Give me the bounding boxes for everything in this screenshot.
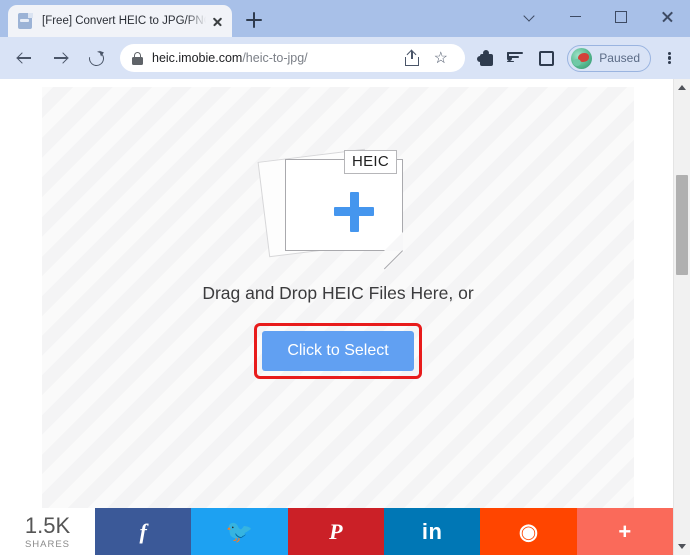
- side-panel-icon: [538, 50, 554, 66]
- page-scrollbar[interactable]: [673, 79, 690, 555]
- share-pinterest-button[interactable]: P: [287, 508, 384, 555]
- linkedin-icon: in: [421, 518, 443, 544]
- avatar-icon: [571, 47, 593, 69]
- heic-file-illustration: HEIC: [257, 148, 413, 270]
- forward-arrow-icon: [53, 51, 69, 66]
- address-bar-actions: ☆: [398, 49, 455, 67]
- browser-window: [Free] Convert HEIC to JPG/PNG/ heic.imo…: [0, 0, 690, 555]
- profile-button[interactable]: Paused: [567, 44, 651, 72]
- close-icon: [661, 11, 673, 23]
- back-button[interactable]: [9, 43, 39, 73]
- share-twitter-button[interactable]: 🐦: [191, 508, 288, 555]
- browser-tab[interactable]: [Free] Convert HEIC to JPG/PNG/: [8, 5, 232, 37]
- share-reddit-button[interactable]: ◉: [480, 508, 577, 555]
- tab-close-icon[interactable]: [208, 12, 226, 30]
- click-to-select-wrapper: Click to Select: [254, 323, 422, 379]
- address-bar[interactable]: heic.imobie.com/heic-to-jpg/ ☆: [120, 44, 466, 72]
- browser-menu-button[interactable]: [656, 44, 682, 72]
- media-list-button[interactable]: [503, 44, 529, 72]
- share-linkedin-button[interactable]: in: [383, 508, 481, 555]
- puzzle-icon: [477, 50, 495, 67]
- side-panel-button[interactable]: [533, 44, 559, 72]
- social-share-bar: 1.5K SHARES f 🐦 P in ◉ +: [0, 508, 673, 555]
- dropzone-instruction: Drag and Drop HEIC Files Here, or: [202, 283, 474, 303]
- url-host: heic.imobie.com: [152, 51, 243, 65]
- tab-strip: [Free] Convert HEIC to JPG/PNG/: [0, 0, 690, 37]
- new-tab-button[interactable]: [240, 6, 268, 34]
- reload-button[interactable]: [81, 43, 111, 73]
- document-favicon-icon: [17, 12, 34, 30]
- tab-search-button[interactable]: [506, 0, 552, 33]
- file-dropzone[interactable]: HEIC Drag and Drop HEIC Files Here, or C…: [42, 87, 634, 516]
- reload-icon: [86, 48, 107, 69]
- facebook-icon: f: [139, 518, 147, 544]
- plus-icon: [334, 192, 374, 232]
- tab-title: [Free] Convert HEIC to JPG/PNG/: [42, 15, 206, 27]
- page-viewport: HEIC Drag and Drop HEIC Files Here, or C…: [0, 79, 690, 555]
- kebab-menu-icon: [660, 49, 678, 67]
- heic-format-badge: HEIC: [344, 150, 398, 174]
- share-facebook-button[interactable]: f: [95, 508, 192, 555]
- share-icon[interactable]: [404, 49, 420, 66]
- twitter-icon: 🐦: [225, 518, 254, 544]
- url-path: /heic-to-jpg/: [242, 51, 308, 65]
- scroll-up-icon[interactable]: [674, 79, 690, 96]
- plus-icon: +: [618, 518, 632, 544]
- address-bar-url: heic.imobie.com/heic-to-jpg/: [152, 51, 398, 65]
- extensions-button[interactable]: [473, 44, 499, 72]
- forward-button[interactable]: [45, 43, 75, 73]
- scrollbar-thumb[interactable]: [676, 175, 688, 275]
- minimize-button[interactable]: [552, 0, 598, 33]
- maximize-button[interactable]: [598, 0, 644, 33]
- chevron-down-icon: [524, 11, 535, 22]
- star-icon[interactable]: ☆: [432, 50, 449, 67]
- close-window-button[interactable]: [644, 0, 690, 33]
- click-to-select-button[interactable]: Click to Select: [262, 331, 414, 371]
- profile-status-label: Paused: [599, 51, 640, 65]
- maximize-icon: [615, 10, 627, 23]
- browser-toolbar: heic.imobie.com/heic-to-jpg/ ☆ Paused: [0, 37, 690, 79]
- share-more-button[interactable]: +: [576, 508, 673, 555]
- pinterest-icon: P: [329, 518, 343, 544]
- share-count: 1.5K SHARES: [0, 508, 95, 555]
- reddit-icon: ◉: [518, 518, 539, 544]
- window-controls: [506, 0, 690, 33]
- minimize-icon: [569, 15, 581, 18]
- lock-icon: [132, 51, 143, 65]
- back-arrow-icon: [15, 51, 32, 66]
- media-list-icon: [507, 50, 525, 66]
- share-count-number: 1.5K: [24, 512, 71, 538]
- scroll-down-icon[interactable]: [674, 538, 690, 555]
- share-count-label: SHARES: [24, 538, 71, 550]
